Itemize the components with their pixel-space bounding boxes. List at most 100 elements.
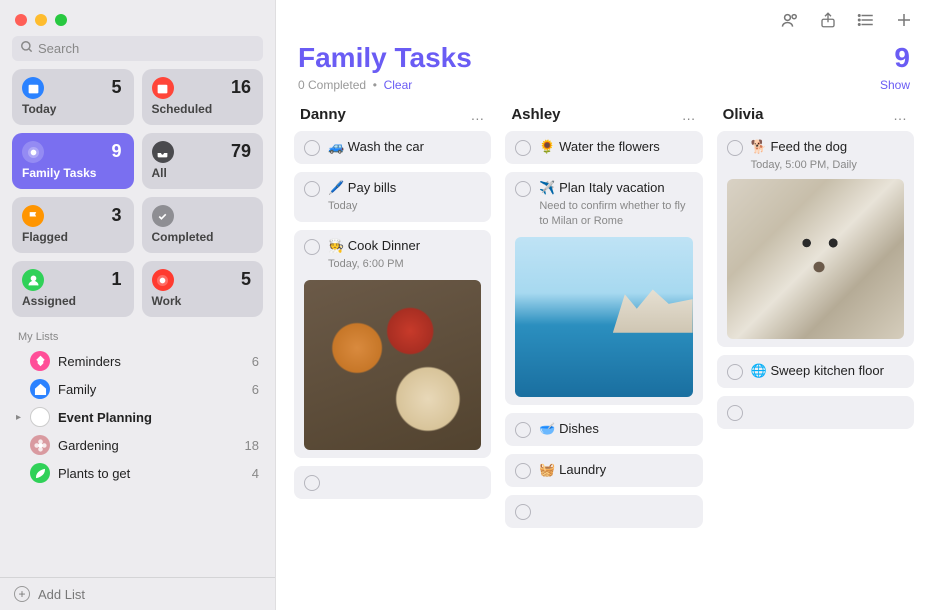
list-name: Plants to get — [58, 466, 252, 481]
new-task-placeholder[interactable] — [505, 495, 702, 528]
task-title: 🥣 Dishes — [539, 421, 692, 437]
completed-text: 0 Completed • Clear — [298, 78, 412, 92]
smart-list-count: 9 — [111, 141, 121, 162]
list-icon — [30, 407, 50, 427]
smart-list-label: Flagged — [22, 230, 124, 244]
smart-list-label: Family Tasks — [22, 166, 124, 180]
minimize-window-button[interactable] — [35, 14, 47, 26]
list-name: Event Planning — [58, 410, 259, 425]
list-name: Family — [58, 382, 252, 397]
task-checkbox[interactable] — [727, 405, 743, 421]
list-name: Gardening — [58, 438, 245, 453]
list-row-event-planning[interactable]: ▸Event Planning — [8, 403, 267, 431]
list-name: Reminders — [58, 354, 252, 369]
smart-list-today[interactable]: 5 Today — [12, 69, 134, 125]
column-name: Olivia — [723, 106, 764, 123]
task-item[interactable]: 🐕 Feed the dogToday, 5:00 PM, Daily — [717, 131, 914, 347]
list-count: 4 — [252, 466, 259, 481]
calendar-icon — [152, 77, 174, 99]
task-checkbox[interactable] — [727, 140, 743, 156]
smart-list-count: 79 — [231, 141, 251, 162]
new-task-placeholder[interactable] — [717, 396, 914, 429]
task-title: 🚙 Wash the car — [328, 139, 481, 155]
toolbar — [276, 0, 932, 36]
column-danny: Danny … 🚙 Wash the car 🖊️ Pay billsToday 🧑‍🍳… — [294, 104, 491, 600]
list-count: 6 — [252, 354, 259, 369]
search-icon — [20, 40, 34, 54]
leaf-icon — [30, 463, 50, 483]
smart-list-family-tasks[interactable]: 9 Family Tasks — [12, 133, 134, 189]
home-icon — [30, 379, 50, 399]
collaborate-button[interactable] — [780, 10, 800, 30]
smart-list-completed[interactable]: Completed — [142, 197, 264, 253]
task-checkbox[interactable] — [304, 140, 320, 156]
new-task-placeholder[interactable] — [294, 466, 491, 499]
task-meta: Today, 5:00 PM, Daily — [751, 158, 904, 173]
smart-list-count: 5 — [111, 77, 121, 98]
new-reminder-button[interactable] — [894, 10, 914, 30]
tray-icon — [152, 141, 174, 163]
task-meta: Today — [328, 199, 481, 214]
smart-list-flagged[interactable]: 3 Flagged — [12, 197, 134, 253]
task-checkbox[interactable] — [515, 504, 531, 520]
add-list-button[interactable]: + Add List — [0, 577, 275, 610]
smart-list-count: 16 — [231, 77, 251, 98]
task-item[interactable]: 🌻 Water the flowers — [505, 131, 702, 164]
column-more-button[interactable]: … — [893, 107, 908, 123]
task-item[interactable]: 🚙 Wash the car — [294, 131, 491, 164]
task-checkbox[interactable] — [515, 181, 531, 197]
show-button[interactable]: Show — [880, 78, 910, 92]
search-input[interactable] — [12, 36, 263, 61]
column-header: Ashley… — [505, 104, 702, 131]
task-checkbox[interactable] — [304, 239, 320, 255]
smart-list-label: Completed — [152, 230, 254, 244]
check-icon — [152, 205, 174, 227]
list-row-plants-to-get[interactable]: Plants to get4 — [8, 459, 267, 487]
smart-list-label: All — [152, 166, 254, 180]
task-checkbox[interactable] — [515, 140, 531, 156]
clear-button[interactable]: Clear — [384, 78, 413, 92]
close-window-button[interactable] — [15, 14, 27, 26]
task-item[interactable]: 🥣 Dishes — [505, 413, 702, 446]
smart-lists-grid: 5 Today 16 Scheduled 9 Family Tasks 79 All 3 Flag… — [0, 69, 275, 325]
list-title: Family Tasks — [298, 42, 472, 74]
list-row-family[interactable]: Family6 — [8, 375, 267, 403]
task-item[interactable]: 🧺 Laundry — [505, 454, 702, 487]
flag-icon — [22, 205, 44, 227]
sidebar: 5Today16Scheduled9Family Tasks79All3Flag… — [0, 0, 276, 610]
list-row-gardening[interactable]: Gardening18 — [8, 431, 267, 459]
task-image — [727, 179, 904, 339]
list-row-reminders[interactable]: Reminders6 — [8, 347, 267, 375]
flower-icon — [30, 435, 50, 455]
task-checkbox[interactable] — [515, 422, 531, 438]
list-subheader: 0 Completed • Clear Show — [276, 76, 932, 104]
smart-list-count: 1 — [111, 269, 121, 290]
column-more-button[interactable]: … — [682, 107, 697, 123]
task-checkbox[interactable] — [304, 475, 320, 491]
column-header: Danny … — [294, 104, 491, 131]
window-controls — [0, 0, 275, 36]
main-content: Family Tasks 9 0 Completed • Clear Show … — [276, 0, 932, 610]
fullscreen-window-button[interactable] — [55, 14, 67, 26]
smart-list-assigned[interactable]: 1Assigned — [12, 261, 134, 317]
smart-list-all[interactable]: 79 All — [142, 133, 264, 189]
task-item[interactable]: 🧑‍🍳 Cook DinnerToday, 6:00 PM — [294, 230, 491, 458]
share-button[interactable] — [818, 10, 838, 30]
task-meta: Today, 6:00 PM — [328, 257, 481, 272]
view-options-button[interactable] — [856, 10, 876, 30]
smart-list-work[interactable]: 5Work — [142, 261, 264, 317]
add-list-label: Add List — [38, 587, 85, 602]
smart-list-label: Scheduled — [152, 102, 254, 116]
column-name: Danny — [300, 106, 346, 123]
task-item[interactable]: 🌐 Sweep kitchen floor — [717, 355, 914, 388]
task-checkbox[interactable] — [727, 364, 743, 380]
task-checkbox[interactable] — [515, 463, 531, 479]
smart-list-count: 3 — [111, 205, 121, 226]
column-more-button[interactable]: … — [470, 107, 485, 123]
list-count: 9 — [894, 42, 910, 74]
smart-list-scheduled[interactable]: 16 Scheduled — [142, 69, 264, 125]
task-checkbox[interactable] — [304, 181, 320, 197]
task-item[interactable]: 🖊️ Pay billsToday — [294, 172, 491, 222]
smart-list-label: Today — [22, 102, 124, 116]
task-item[interactable]: ✈️ Plan Italy vacationNeed to confirm wh… — [505, 172, 702, 405]
